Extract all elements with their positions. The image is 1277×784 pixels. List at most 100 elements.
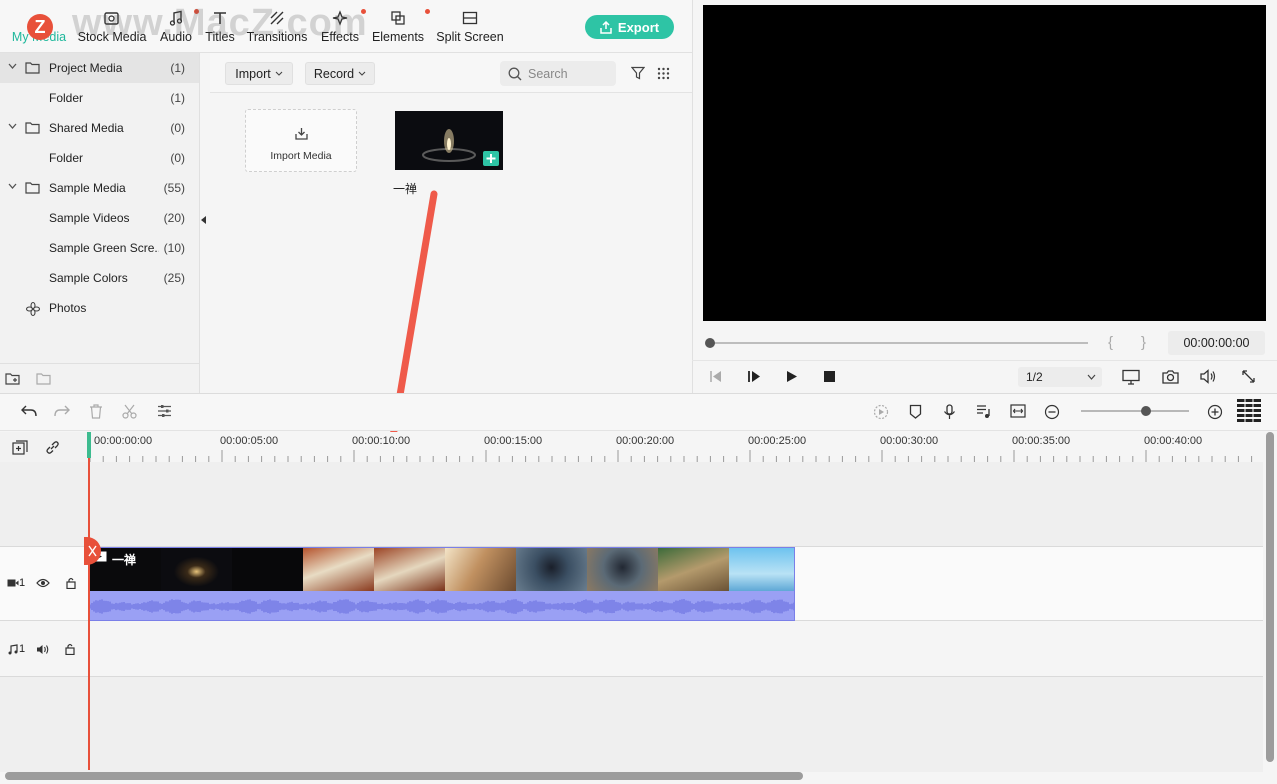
playhead-line[interactable] (88, 432, 90, 770)
text-icon (202, 8, 238, 28)
sidebar-item-project-media[interactable]: Project Media (1) (0, 53, 199, 83)
marker-icon[interactable] (909, 404, 922, 419)
render-preview-icon[interactable] (873, 404, 889, 420)
import-dropdown[interactable]: Import (225, 62, 293, 85)
video-track-number: 1 (19, 577, 26, 589)
vertical-scrollbar[interactable] (1266, 432, 1274, 762)
delete-icon[interactable] (89, 404, 103, 419)
waveform-path (90, 598, 794, 615)
zoom-out-icon[interactable] (1044, 404, 1060, 420)
sidebar-item-sample-media[interactable]: Sample Media (55) (0, 173, 199, 203)
tab-audio[interactable]: Audio (157, 8, 199, 48)
clip-frame (374, 548, 445, 591)
sidebar-item-sample-green-screen[interactable]: Sample Green Scre... (10) (0, 233, 199, 263)
next-frame-icon[interactable] (747, 370, 761, 383)
audio-track-1[interactable] (0, 621, 1263, 677)
lock-icon[interactable] (65, 643, 75, 655)
speaker-icon[interactable] (36, 644, 49, 655)
empty-track-area[interactable] (0, 677, 1263, 772)
sidebar-item-shared-media[interactable]: Shared Media (0) (0, 113, 199, 143)
display-settings-icon[interactable] (1122, 369, 1140, 385)
import-media-tile[interactable]: Import Media (245, 109, 357, 172)
chevron-down-icon (275, 71, 283, 76)
effects-icon (318, 8, 366, 28)
mark-in-button[interactable]: { (1108, 334, 1113, 351)
tab-effects[interactable]: Effects (318, 8, 366, 48)
fullscreen-icon[interactable] (1241, 369, 1256, 384)
tab-elements[interactable]: Elements (370, 8, 430, 48)
clip-frame (516, 548, 587, 591)
folder-icon (25, 121, 40, 134)
clip-frame (161, 548, 232, 591)
ruler-tick-label: 00:00:30:00 (880, 435, 939, 447)
playhead-marker[interactable] (87, 432, 91, 458)
ruler-tick-label: 00:00:10:00 (352, 435, 411, 447)
chevron-down-icon[interactable] (8, 123, 17, 129)
previous-frame-icon[interactable] (709, 370, 723, 383)
record-dropdown[interactable]: Record (305, 62, 375, 85)
preview-quality-select[interactable]: 1/2 (1018, 367, 1102, 387)
track-height-icon[interactable] (1237, 399, 1261, 423)
link-icon[interactable] (45, 440, 60, 455)
folder-icon (25, 181, 40, 194)
zoom-slider-handle[interactable] (1140, 406, 1151, 416)
sidebar-item-sample-videos[interactable]: Sample Videos (20) (0, 203, 199, 233)
clip-frame (587, 548, 658, 591)
empty-track-area[interactable] (0, 462, 1263, 547)
media-toolbar: Import Record Search (210, 53, 692, 93)
volume-icon[interactable] (1200, 369, 1217, 384)
remove-folder-icon[interactable] (36, 372, 52, 386)
chevron-down-icon[interactable] (8, 63, 17, 69)
horizontal-scrollbar[interactable] (5, 772, 803, 780)
microphone-icon[interactable] (943, 404, 956, 420)
voiceover-list-icon[interactable] (976, 404, 991, 419)
tab-stock-media[interactable]: Stock Media (76, 8, 148, 48)
clip-frame (232, 548, 303, 591)
import-icon (294, 126, 309, 141)
video-clip[interactable] (89, 547, 795, 621)
lock-icon[interactable] (66, 577, 76, 589)
grid-view-icon[interactable] (657, 67, 670, 80)
playhead-split-handle[interactable] (84, 537, 101, 565)
sidebar-item-folder[interactable]: Folder (0) (0, 143, 199, 173)
stock-media-icon (76, 8, 148, 28)
export-button[interactable]: Export (585, 15, 674, 39)
split-scissors-icon[interactable] (122, 404, 137, 419)
add-track-icon[interactable] (12, 440, 28, 455)
adjust-icon[interactable] (157, 404, 172, 418)
zoom-slider[interactable] (1081, 410, 1189, 412)
sidebar-item-photos[interactable]: Photos (0, 293, 199, 323)
play-icon[interactable] (786, 370, 798, 383)
eye-icon[interactable] (36, 578, 50, 588)
music-note-icon (157, 8, 199, 28)
sidebar-item-sample-colors[interactable]: Sample Colors (25) (0, 263, 199, 293)
new-folder-icon[interactable] (5, 372, 21, 386)
tab-transitions[interactable]: Transitions (244, 8, 310, 48)
tab-titles[interactable]: Titles (202, 8, 238, 48)
split-screen-icon (434, 8, 506, 28)
stop-icon[interactable] (824, 371, 835, 382)
sidebar-item-folder[interactable]: Folder (1) (0, 83, 199, 113)
ruler-tick-label: 00:00:15:00 (484, 435, 543, 447)
clip-frame (658, 548, 729, 591)
redo-icon[interactable] (54, 404, 70, 418)
snapshot-icon[interactable] (1162, 369, 1179, 384)
undo-icon[interactable] (21, 404, 37, 418)
audio-track-icon (7, 644, 18, 655)
app-logo: Z (27, 14, 53, 40)
clip-frame (445, 548, 516, 591)
filter-icon[interactable] (631, 66, 645, 80)
collapse-sidebar-icon[interactable] (201, 216, 206, 224)
chevron-down-icon (358, 71, 366, 76)
tab-split-screen[interactable]: Split Screen (434, 8, 506, 48)
search-input[interactable]: Search (500, 61, 616, 86)
preview-scrubber[interactable] (710, 342, 1088, 344)
transition-icon (244, 8, 310, 28)
fit-timeline-icon[interactable] (1010, 404, 1026, 418)
chevron-down-icon[interactable] (8, 183, 17, 189)
ruler-tick-label: 00:00:05:00 (220, 435, 279, 447)
mark-out-button[interactable]: } (1141, 334, 1146, 351)
scrubber-handle[interactable] (705, 338, 715, 348)
zoom-in-icon[interactable] (1207, 404, 1223, 420)
media-thumbnail[interactable] (395, 111, 503, 170)
